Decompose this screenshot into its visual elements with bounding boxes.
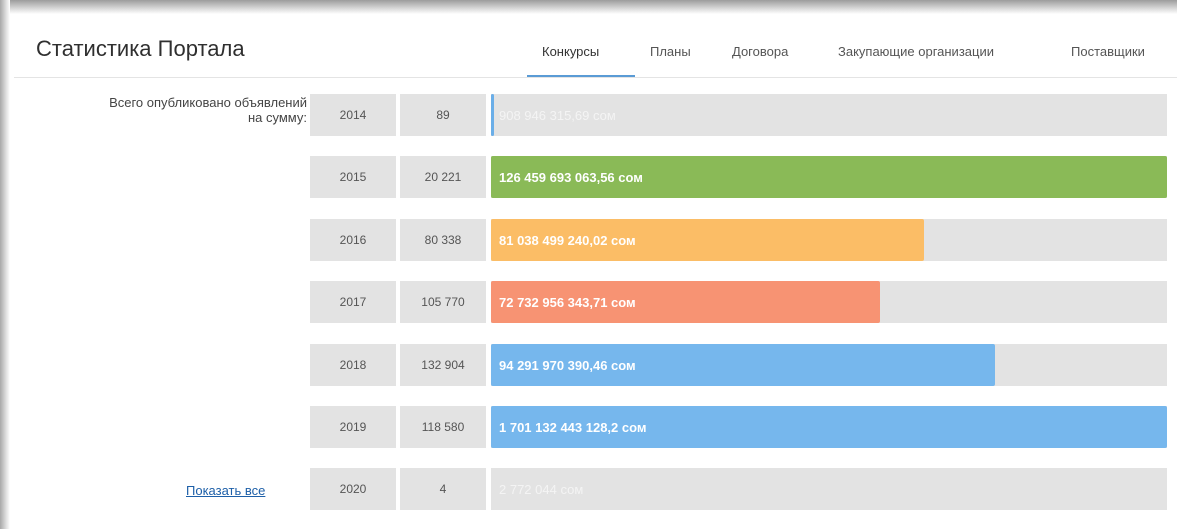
window-shadow-left: [0, 0, 10, 529]
tab-procuring-organizations[interactable]: Закупающие организации: [838, 44, 994, 59]
amount-label: 81 038 499 240,02 сом: [499, 232, 636, 248]
total-published-label-line2: на сумму:: [247, 110, 307, 125]
amount-bar-track: 908 946 315,69 сом: [491, 94, 1167, 136]
total-published-label: Всего опубликовано объявлений на сумму:: [7, 95, 307, 125]
tab-plans[interactable]: Планы: [650, 44, 691, 59]
count-cell: 80 338: [400, 219, 486, 261]
amount-bar-track: 2 772 044 сом: [491, 468, 1167, 510]
count-cell: 20 221: [400, 156, 486, 198]
stats-row-2018: 2018 132 904 94 291 970 390,46 сом: [310, 344, 1167, 386]
amount-bar-track: 81 038 499 240,02 сом: [491, 219, 1167, 261]
year-cell: 2016: [310, 219, 396, 261]
tab-contracts[interactable]: Договора: [732, 44, 788, 59]
amount-label: 2 772 044 сом: [499, 481, 584, 497]
window-shadow-top: [0, 0, 1177, 14]
amount-bar-fill: [491, 94, 494, 136]
year-cell: 2015: [310, 156, 396, 198]
stats-row-2014: 2014 89 908 946 315,69 сом: [310, 94, 1167, 136]
amount-bar-track: 126 459 693 063,56 сом: [491, 156, 1167, 198]
amount-label: 94 291 970 390,46 сом: [499, 357, 636, 373]
year-cell: 2017: [310, 281, 396, 323]
active-tab-indicator: [527, 75, 635, 77]
count-cell: 118 580: [400, 406, 486, 448]
year-cell: 2014: [310, 94, 396, 136]
count-cell: 105 770: [400, 281, 486, 323]
amount-label: 1 701 132 443 128,2 сом: [499, 419, 647, 435]
amount-label: 908 946 315,69 сом: [499, 107, 616, 123]
count-cell: 132 904: [400, 344, 486, 386]
portal-header: Статистика Портала Конкурсы Планы Догово…: [14, 14, 1177, 78]
year-cell: 2018: [310, 344, 396, 386]
stats-row-2015: 2015 20 221 126 459 693 063,56 сом: [310, 156, 1167, 198]
show-all-link[interactable]: Показать все: [186, 483, 265, 498]
stats-row-2019: 2019 118 580 1 701 132 443 128,2 сом: [310, 406, 1167, 448]
stats-tabs: Конкурсы Планы Договора Закупающие орган…: [14, 14, 1177, 78]
amount-label: 126 459 693 063,56 сом: [499, 169, 643, 185]
stats-row-2016: 2016 80 338 81 038 499 240,02 сом: [310, 219, 1167, 261]
count-cell: 4: [400, 468, 486, 510]
year-cell: 2019: [310, 406, 396, 448]
stats-row-2020: 2020 4 2 772 044 сом: [310, 468, 1167, 510]
stats-row-2017: 2017 105 770 72 732 956 343,71 сом: [310, 281, 1167, 323]
amount-label: 72 732 956 343,71 сом: [499, 294, 636, 310]
tab-suppliers[interactable]: Поставщики: [1071, 44, 1145, 59]
amount-bar-track: 94 291 970 390,46 сом: [491, 344, 1167, 386]
year-cell: 2020: [310, 468, 396, 510]
tab-contests[interactable]: Конкурсы: [542, 44, 599, 59]
amount-bar-track: 1 701 132 443 128,2 сом: [491, 406, 1167, 448]
total-published-label-line1: Всего опубликовано объявлений: [109, 95, 307, 110]
amount-bar-track: 72 732 956 343,71 сом: [491, 281, 1167, 323]
count-cell: 89: [400, 94, 486, 136]
